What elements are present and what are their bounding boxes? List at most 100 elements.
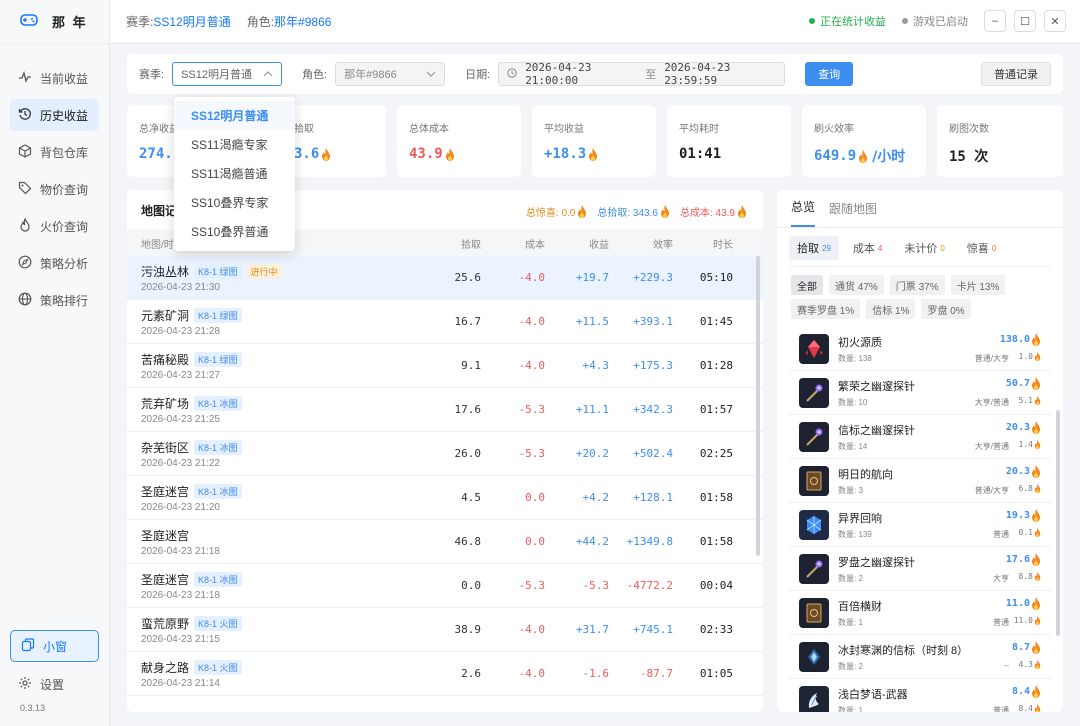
table-row[interactable]: 圣庭迷宫 2026-04-23 21:18 46.8 0.0 +44.2 +1349.8 0…	[127, 520, 763, 564]
item-row[interactable]: 浅白梦语-武器 数量: 1 普通 8.4 8.4	[789, 679, 1051, 712]
sidebar-item-strategy-ranking[interactable]: 策略排行	[10, 284, 99, 316]
map-tag: K8-1 火图	[194, 615, 242, 631]
filter-date-label: 日期:	[465, 69, 491, 81]
item-type: 大亨	[993, 574, 1009, 583]
tab-unpriced[interactable]: 未计价 0	[896, 236, 952, 260]
item-row[interactable]: 初火源质 数量: 138 普通/大亨 138.0 1.0	[789, 327, 1051, 371]
sidebar-item-history-income[interactable]: 历史收益	[10, 99, 99, 131]
income-cell: +11.5	[575, 315, 609, 328]
records-scrollbar[interactable]	[756, 256, 760, 556]
item-quantity: 数量: 3	[838, 486, 863, 495]
stat-value: +18.3	[544, 146, 644, 162]
chevron-down-icon	[426, 68, 436, 80]
map-cell: 圣庭迷宫 K8-1 冰图 2026-04-23 21:18	[127, 571, 417, 601]
stat-value: 15 次	[949, 149, 989, 165]
filter-chip[interactable]: 全部	[791, 275, 823, 295]
query-button[interactable]: 查询	[805, 62, 854, 86]
map-name: 杂芜街区	[141, 440, 190, 455]
table-row[interactable]: 杂芜街区 K8-1 冰图 2026-04-23 21:22 26.0 -5.3 +20.2…	[127, 432, 763, 476]
items-scrollbar[interactable]	[1056, 410, 1060, 636]
sidebar-item-price-query[interactable]: 物价查询	[10, 173, 99, 205]
tab-pickup[interactable]: 拾取 29	[789, 236, 839, 260]
filter-chip[interactable]: 卡片 13%	[950, 275, 1006, 295]
sidebar-item-backpack[interactable]: 背包仓库	[10, 136, 99, 168]
flame-icon	[1034, 704, 1041, 712]
pickup-cell: 25.6	[454, 271, 482, 284]
season-option[interactable]: SS11渴瘾专家	[174, 130, 295, 159]
normal-record-button[interactable]: 普通记录	[981, 62, 1051, 86]
table-row[interactable]: 荒弃矿场 K8-1 冰图 2026-04-23 21:25 17.6 -5.3 +11.1…	[127, 388, 763, 432]
map-tag: K8-1 冰图	[194, 395, 242, 411]
status-badge: 进行中	[246, 263, 282, 279]
tab-surprise[interactable]: 惊喜 0	[959, 236, 1004, 260]
season-option[interactable]: SS12明月普通	[174, 101, 295, 130]
item-row[interactable]: 信标之幽邃探针 数量: 14 大亨/普通 20.3 1.4	[789, 415, 1051, 459]
item-value: 19.3	[1006, 509, 1041, 522]
item-name: 明日的航向	[838, 469, 893, 481]
close-button[interactable]: ✕	[1044, 10, 1066, 32]
table-row[interactable]: 苦痛秘殿 K8-1 绿图 2026-04-23 21:27 9.1 -4.0 +4.3 +1…	[127, 344, 763, 388]
efficiency-cell: +342.3	[633, 403, 673, 416]
sidebar-item-label: 背包仓库	[40, 145, 89, 160]
sidebar-nav: 当前收益 历史收益 背包仓库 物价查询 火价查询 策略分析 策略排行	[0, 44, 109, 316]
item-quantity: 数量: 10	[838, 398, 868, 407]
table-row[interactable]: 圣庭迷宫 K8-1 冰图 2026-04-23 21:18 0.0 -5.3 -5.3 -4…	[127, 564, 763, 608]
maximize-button[interactable]: ☐	[1014, 10, 1036, 32]
tab-overview[interactable]: 总览	[791, 198, 816, 227]
stats-status: 正在统计收益	[809, 13, 886, 29]
table-row[interactable]: 献身之路 K8-1 火图 2026-04-23 21:14 2.6 -4.0 -1.6 -8…	[127, 652, 763, 696]
stat-label: 拾取	[294, 124, 314, 135]
filter-chip[interactable]: 罗盘 0%	[921, 299, 971, 319]
season-option[interactable]: SS10叠界普通	[174, 217, 295, 246]
item-row[interactable]: 繁荣之幽邃探针 数量: 10 大亨/普通 50.7 5.1	[789, 371, 1051, 415]
map-cell: 圣庭迷宫 K8-1 冰图 2026-04-23 21:20	[127, 483, 417, 513]
table-row[interactable]: 圣庭迷宫 K8-1 冰图 2026-04-23 21:20 4.5 0.0 +4.2 +12…	[127, 476, 763, 520]
duration-cell: 01:58	[699, 491, 733, 504]
season-select[interactable]: SS12明月普通	[172, 62, 283, 86]
item-row[interactable]: 异界回响 数量: 139 普通 19.3 0.1	[789, 503, 1051, 547]
item-row[interactable]: 百倍横财 数量: 1 普通 11.0 11.0	[789, 591, 1051, 635]
season-option[interactable]: SS11渴瘾普通	[174, 159, 295, 188]
map-date: 2026-04-23 21:18	[141, 545, 220, 557]
item-value: 138.0	[1000, 333, 1041, 346]
flame-icon	[445, 148, 455, 161]
probe-icon	[799, 553, 829, 584]
top-header: 赛季: SS12明月普通 角色: 那年#9866 正在统计收益 游戏已启动 – …	[110, 0, 1080, 44]
flame-icon	[1031, 333, 1041, 346]
header-income: 收益	[589, 239, 609, 251]
item-value: 8.7	[1012, 641, 1041, 654]
settings-button[interactable]: 设置	[18, 676, 64, 693]
item-row[interactable]: 冰封寒渊的信标（时刻 8） 数量: 2 -- 8.7 4.3	[789, 635, 1051, 679]
table-row[interactable]: 污浊丛林 K8-1 绿图 进行中 2026-04-23 21:30 25.6 -4.0 +1…	[127, 256, 763, 300]
role-select[interactable]: 那年#9866	[335, 62, 446, 86]
probe-icon	[799, 421, 829, 452]
sidebar-item-current-income[interactable]: 当前收益	[10, 62, 99, 94]
item-row[interactable]: 明日的航向 数量: 3 普通/大亨 20.3 6.8	[789, 459, 1051, 503]
category-tabs: 拾取 29 成本 4 未计价 0 惊喜 0	[789, 236, 1051, 267]
table-row[interactable]: 蛮荒原野 K8-1 火图 2026-04-23 21:15 38.9 -4.0 +31.7…	[127, 608, 763, 652]
pulse-icon	[18, 70, 32, 87]
season-label: 赛季:	[126, 15, 154, 29]
filter-chip[interactable]: 赛季罗盘 1%	[791, 299, 861, 319]
minimize-button[interactable]: –	[984, 10, 1006, 32]
season-dropdown: SS12明月普通 SS11渴瘾专家 SS11渴瘾普通 SS10叠界专家 SS10…	[174, 97, 295, 251]
date-range-picker[interactable]: 2026-04-23 21:00:00 至 2026-04-23 23:59:5…	[498, 61, 786, 87]
map-date: 2026-04-23 21:25	[141, 413, 220, 425]
item-row[interactable]: 罗盘之幽邃探针 数量: 2 大亨 17.6 8.8	[789, 547, 1051, 591]
tab-follow-map[interactable]: 跟随地图	[829, 200, 877, 227]
table-row[interactable]: 元素矿洞 K8-1 绿图 2026-04-23 21:28 16.7 -4.0 +11.5…	[127, 300, 763, 344]
filter-chip[interactable]: 通货 47%	[829, 275, 884, 295]
mini-window-button[interactable]: 小窗	[10, 630, 99, 662]
efficiency-cell: +1349.8	[626, 535, 673, 548]
filter-chip[interactable]: 门票 37%	[889, 275, 945, 295]
sidebar-item-fire-price[interactable]: 火价查询	[10, 210, 99, 242]
season-option[interactable]: SS10叠界专家	[174, 188, 295, 217]
filter-chip[interactable]: 信标 1%	[866, 299, 916, 319]
flame-icon	[1031, 465, 1041, 478]
sidebar-item-strategy-analysis[interactable]: 策略分析	[10, 247, 99, 279]
tab-cost[interactable]: 成本 4	[845, 236, 890, 260]
flame-icon	[1034, 440, 1041, 449]
cost-cell: -4.0	[518, 271, 546, 284]
records-summary: 总惊喜: 0.0 总拾取: 343.6 总成本: 43.9	[526, 204, 747, 219]
sidebar-item-label: 策略分析	[40, 256, 89, 271]
